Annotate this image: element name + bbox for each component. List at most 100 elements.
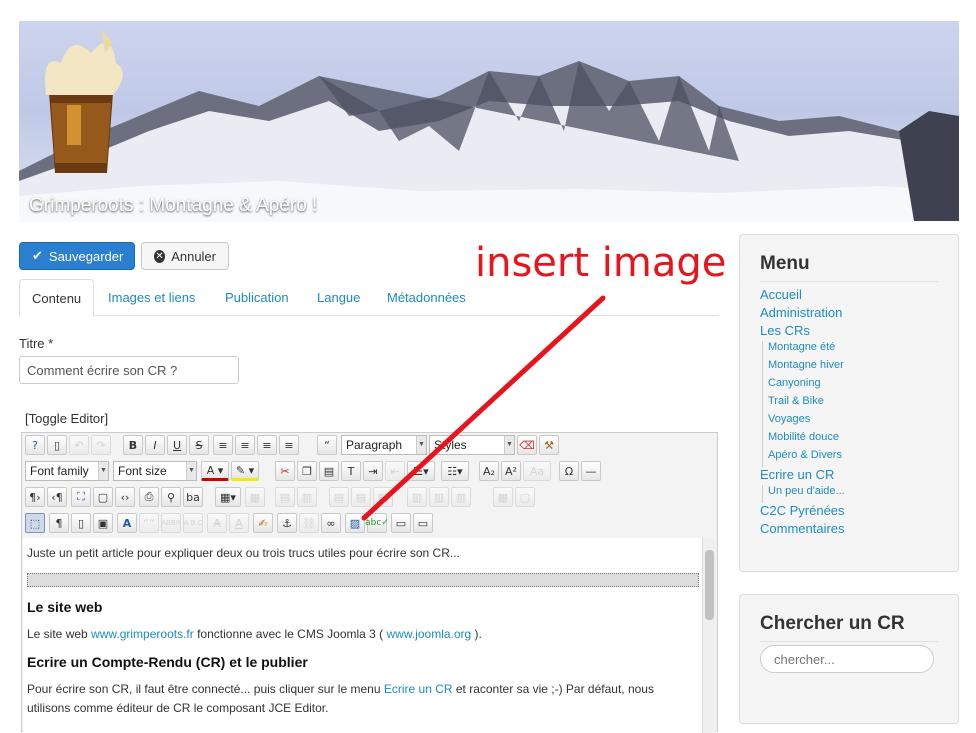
copy-icon[interactable]: ❐: [297, 461, 317, 481]
save-button[interactable]: ✔ Sauvegarder: [19, 242, 135, 270]
insertion-icon[interactable]: A: [229, 513, 249, 533]
delete-col-icon[interactable]: ▥: [451, 487, 471, 507]
subscript-icon[interactable]: A₂: [479, 461, 499, 481]
ecrire-cr-link[interactable]: Ecrire un CR: [384, 682, 453, 696]
show-blocks-icon[interactable]: ¶: [49, 513, 69, 533]
preview-icon[interactable]: ▢: [93, 487, 113, 507]
menu-item-apero-divers[interactable]: Apéro & Divers: [768, 449, 845, 467]
deletion-icon[interactable]: A: [207, 513, 227, 533]
cell-props-icon[interactable]: ▥: [297, 487, 317, 507]
underline-icon[interactable]: U: [167, 435, 187, 455]
paste-text-icon[interactable]: T: [341, 461, 361, 481]
row-before-icon[interactable]: ▤: [329, 487, 349, 507]
row-after-icon[interactable]: ▤: [351, 487, 371, 507]
horizontal-rule-icon[interactable]: —: [581, 461, 601, 481]
menu-item-aide[interactable]: Un peu d'aide...: [768, 485, 845, 503]
cite-icon[interactable]: ““: [139, 513, 159, 533]
special-character-icon[interactable]: Ω: [559, 461, 579, 481]
link-icon[interactable]: ∞: [321, 513, 341, 533]
scrollbar-thumb[interactable]: [705, 550, 714, 620]
ltr-icon[interactable]: ¶›: [25, 487, 45, 507]
menu-item-administration[interactable]: Administration: [760, 305, 845, 323]
new-document-icon[interactable]: ▯: [47, 435, 67, 455]
cleanup-broom-icon[interactable]: ⚒: [539, 435, 559, 455]
merge-cells-icon[interactable]: ▢: [515, 487, 535, 507]
tab-publication[interactable]: Publication: [225, 279, 289, 316]
visual-aid-icon[interactable]: ⬚: [25, 513, 45, 533]
menu-item-mobilite-douce[interactable]: Mobilité douce: [768, 431, 845, 449]
col-before-icon[interactable]: ▥: [407, 487, 427, 507]
grimperoots-link[interactable]: www.grimperoots.fr: [91, 627, 194, 641]
spellcheck-icon[interactable]: abc✓: [365, 513, 389, 533]
text-color-icon[interactable]: A ▾: [201, 461, 229, 481]
fullscreen-icon[interactable]: ⛶: [71, 487, 91, 507]
tab-contenu[interactable]: Contenu: [19, 279, 95, 317]
styles-select[interactable]: Styles ▼: [429, 435, 515, 455]
rtl-icon[interactable]: ‹¶: [47, 487, 67, 507]
menu-item-commentaires[interactable]: Commentaires: [760, 521, 845, 539]
save-template-icon[interactable]: ▣: [93, 513, 113, 533]
align-right-icon[interactable]: ≡: [279, 435, 299, 455]
menu-item-voyages[interactable]: Voyages: [768, 413, 845, 431]
title-input[interactable]: [19, 356, 239, 384]
page-break-icon[interactable]: ▭: [391, 513, 411, 533]
toggle-editor-link[interactable]: [Toggle Editor]: [25, 411, 108, 426]
bullet-list-icon[interactable]: ☷▾: [441, 461, 469, 481]
undo-icon[interactable]: ↶: [69, 435, 89, 455]
paste-icon[interactable]: ▤: [319, 461, 339, 481]
menu-item-montagne-hiver[interactable]: Montagne hiver: [768, 359, 845, 377]
print-icon[interactable]: ⎙: [139, 487, 159, 507]
font-size-select[interactable]: Font size ▼: [113, 461, 197, 481]
menu-item-les-crs[interactable]: Les CRs: [760, 323, 845, 341]
menu-item-accueil[interactable]: Accueil: [760, 287, 845, 305]
joomla-link[interactable]: www.joomla.org: [387, 627, 472, 641]
abbr-icon[interactable]: ABBR: [161, 513, 181, 533]
blockquote-icon[interactable]: “: [317, 435, 337, 455]
menu-item-c2c-pyrenees[interactable]: C2C Pyrénées: [760, 503, 845, 521]
delete-row-icon[interactable]: ▤: [373, 487, 393, 507]
edit-attributes-icon[interactable]: ✍: [253, 513, 273, 533]
indent-icon[interactable]: ⇥: [363, 461, 383, 481]
help-icon[interactable]: ?: [25, 435, 45, 455]
bold-icon[interactable]: B: [123, 435, 143, 455]
tab-langue[interactable]: Langue: [317, 279, 360, 316]
align-center-icon[interactable]: ≡: [235, 435, 255, 455]
editor-scrollbar[interactable]: [702, 538, 716, 733]
acronym-icon[interactable]: A.B.C: [183, 513, 203, 533]
menu-item-canyoning[interactable]: Canyoning: [768, 377, 845, 395]
highlight-color-icon[interactable]: ✎ ▾: [231, 461, 259, 481]
find-icon[interactable]: ⚲: [161, 487, 181, 507]
cut-icon[interactable]: ✂: [275, 461, 295, 481]
menu-item-montagne-ete[interactable]: Montagne été: [768, 341, 845, 359]
replace-icon[interactable]: ba: [183, 487, 203, 507]
character-map-icon[interactable]: Aa: [523, 461, 551, 481]
document-props-icon[interactable]: ▯: [71, 513, 91, 533]
anchor-icon[interactable]: ⚓: [277, 513, 297, 533]
read-more-icon[interactable]: ▭: [413, 513, 433, 533]
table-insert-icon[interactable]: ▦▾: [215, 487, 241, 507]
align-left-icon[interactable]: ≡: [257, 435, 277, 455]
tab-images-liens[interactable]: Images et liens: [108, 279, 195, 316]
editor-content[interactable]: Juste un petit article pour expliquer de…: [23, 538, 703, 733]
col-after-icon[interactable]: ▥: [429, 487, 449, 507]
superscript-icon[interactable]: A²: [501, 461, 521, 481]
menu-item-ecrire-cr[interactable]: Ecrire un CR: [760, 467, 845, 485]
align-justify-icon[interactable]: ≡: [213, 435, 233, 455]
tab-metadonnees[interactable]: Métadonnées: [387, 279, 466, 316]
strikethrough-icon[interactable]: S: [189, 435, 209, 455]
menu-item-trail-bike[interactable]: Trail & Bike: [768, 395, 845, 413]
italic-icon[interactable]: I: [145, 435, 165, 455]
source-code-icon[interactable]: ‹›: [115, 487, 135, 507]
styles-editor-icon[interactable]: A: [117, 513, 137, 533]
row-props-icon[interactable]: ▤: [275, 487, 295, 507]
split-cells-icon[interactable]: ▦: [493, 487, 513, 507]
table-props-icon[interactable]: ▦: [245, 487, 265, 507]
unlink-icon[interactable]: ⛓: [299, 513, 319, 533]
format-select[interactable]: Paragraph ▼: [341, 435, 427, 455]
redo-icon[interactable]: ↷: [91, 435, 111, 455]
insert-image-icon[interactable]: ▨: [345, 513, 365, 533]
numbered-list-icon[interactable]: ☰▾: [407, 461, 435, 481]
search-input[interactable]: [760, 645, 934, 673]
eraser-icon[interactable]: ⌫: [517, 435, 537, 455]
outdent-icon[interactable]: ⇤: [385, 461, 405, 481]
